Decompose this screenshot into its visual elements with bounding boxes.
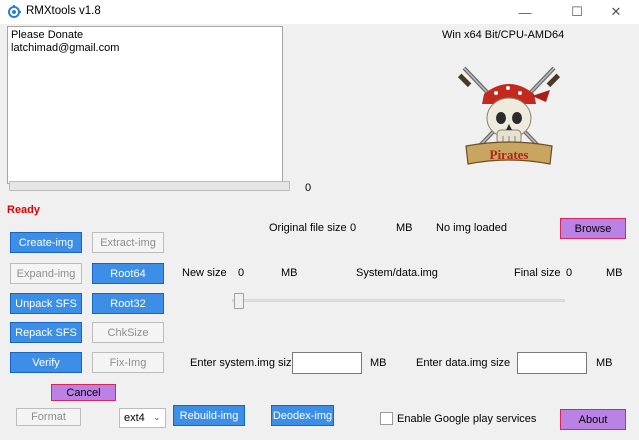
final-size-value: 0 <box>566 267 573 279</box>
svg-text:Pirates: Pirates <box>490 147 529 162</box>
log-line-donate: Please Donate <box>11 29 84 41</box>
data-img-size-input[interactable] <box>517 352 587 374</box>
window-title: RMXtools v1.8 <box>26 5 101 17</box>
repack-sfs-button[interactable]: Repack SFS <box>10 322 82 343</box>
cancel-button[interactable]: Cancel <box>51 384 116 401</box>
size-slider-thumb[interactable] <box>234 293 244 309</box>
original-size-value: 0 <box>350 222 357 234</box>
expand-img-button[interactable]: Expand-img <box>10 263 82 284</box>
verify-button[interactable]: Verify <box>10 352 82 373</box>
minimize-button[interactable]: — <box>502 0 548 24</box>
root64-button[interactable]: Root64 <box>92 263 164 284</box>
browse-button[interactable]: Browse <box>560 218 626 239</box>
format-button[interactable]: Format <box>16 408 81 426</box>
fix-img-button[interactable]: Fix-Img <box>92 352 164 373</box>
google-play-label: Enable Google play services <box>397 413 537 425</box>
log-line-email: latchimad@gmail.com <box>11 42 120 54</box>
extract-img-button[interactable]: Extract-img <box>92 232 164 253</box>
original-size-label: Original file size <box>269 222 347 234</box>
root32-button[interactable]: Root32 <box>92 293 164 314</box>
chksize-button[interactable]: ChkSize <box>92 322 164 343</box>
final-size-unit: MB <box>606 267 623 279</box>
new-size-label: New size <box>182 267 227 279</box>
progress-value: 0 <box>305 182 312 194</box>
original-size-unit: MB <box>396 222 413 234</box>
data-img-size-unit: MB <box>596 357 613 369</box>
system-img-size-unit: MB <box>370 357 387 369</box>
app-icon <box>8 5 21 18</box>
size-slider-track[interactable] <box>232 299 565 302</box>
system-img-size-input[interactable] <box>292 352 362 374</box>
filesystem-select-value: ext4 <box>124 412 145 424</box>
new-size-value: 0 <box>238 267 245 279</box>
data-img-size-label: Enter data.img size <box>416 357 511 369</box>
system-data-img-label: System/data.img <box>356 267 438 279</box>
system-img-size-label: Enter system.img size <box>190 357 298 369</box>
chevron-down-icon: ⌄ <box>153 412 161 422</box>
google-play-checkbox[interactable] <box>380 412 393 425</box>
close-button[interactable]: ✕ <box>593 0 639 24</box>
rebuild-img-button[interactable]: Rebuild-img <box>173 405 245 426</box>
final-size-label: Final size <box>514 267 561 279</box>
create-img-button[interactable]: Create-img <box>10 232 82 253</box>
about-button[interactable]: About <box>560 409 626 430</box>
log-textarea[interactable]: Please Donate latchimad@gmail.com <box>7 26 283 184</box>
os-info-label: Win x64 Bit/CPU-AMD64 <box>442 29 565 41</box>
pirates-skull-logo-icon: Pirates <box>457 66 561 165</box>
unpack-sfs-button[interactable]: Unpack SFS <box>10 293 82 314</box>
progress-bar <box>9 181 290 191</box>
img-status-label: No img loaded <box>436 222 507 234</box>
new-size-unit: MB <box>281 267 298 279</box>
deodex-img-button[interactable]: Deodex-img <box>271 405 334 426</box>
status-label: Ready <box>7 204 41 216</box>
